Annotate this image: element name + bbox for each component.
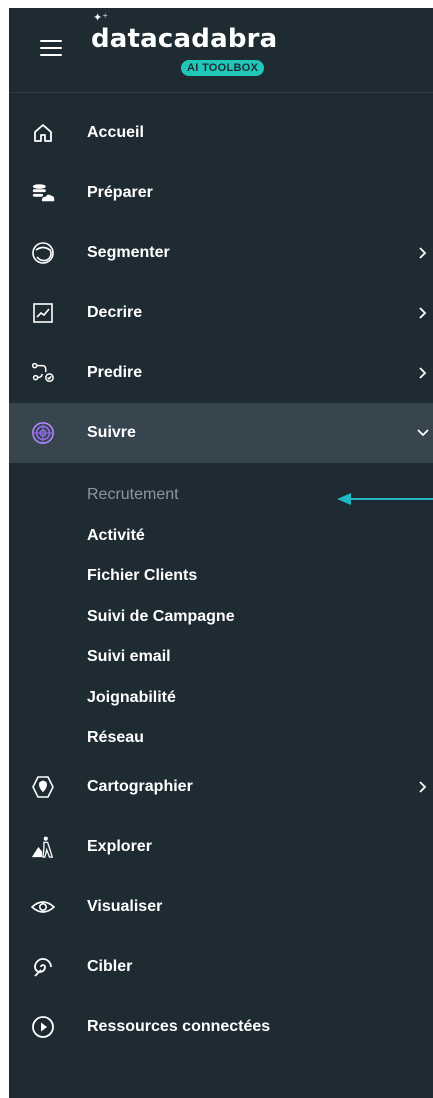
- submenu-item-suivi-de-campagne[interactable]: Suivi de Campagne: [9, 597, 433, 638]
- nav-item-accueil[interactable]: Accueil: [9, 103, 433, 163]
- suivre-submenu: Recrutement Activité Fichier Clients Sui…: [9, 463, 433, 769]
- nav-item-cibler[interactable]: Cibler: [9, 937, 433, 997]
- sparkle-icon: ✦⁺: [93, 12, 109, 24]
- chart-frame-icon: [31, 301, 55, 325]
- database-cloud-icon: [31, 181, 55, 205]
- nav-label: Segmenter: [87, 244, 170, 261]
- chevron-right-icon[interactable]: [417, 780, 429, 794]
- chevron-right-icon[interactable]: [417, 246, 429, 260]
- brand-badge: AI TOOLBOX: [181, 60, 265, 76]
- target-icon: [31, 421, 55, 445]
- play-circle-icon: [31, 1015, 55, 1039]
- map-hexagon-icon: [31, 775, 55, 799]
- nav-item-visualiser[interactable]: Visualiser: [9, 877, 433, 937]
- submenu-item-activite[interactable]: Activité: [9, 516, 433, 557]
- nav-label: Decrire: [87, 304, 143, 321]
- nav-label: Accueil: [87, 124, 144, 141]
- nav-label: Predire: [87, 364, 143, 381]
- annotation-arrow-icon: [337, 493, 433, 505]
- nav-item-explorer[interactable]: Explorer: [9, 817, 433, 877]
- segment-circle-icon: [31, 241, 55, 265]
- chevron-right-icon[interactable]: [417, 366, 429, 380]
- nav-item-predire[interactable]: Predire: [9, 343, 433, 403]
- submenu-item-suivi-email[interactable]: Suivi email: [9, 637, 433, 678]
- explorer-mountain-icon: [31, 835, 55, 859]
- nav-label: Visualiser: [87, 897, 163, 915]
- sidebar-header: ✦⁺ datacadabra AI TOOLBOX: [9, 8, 433, 93]
- predict-path-icon: [31, 361, 55, 385]
- nav-label: Ressources connectées: [87, 1017, 271, 1035]
- nav-item-decrire[interactable]: Decrire: [9, 283, 433, 343]
- nav-label: Suivre: [87, 424, 136, 441]
- sidebar: ✦⁺ datacadabra AI TOOLBOX Accueil Prépar…: [9, 8, 433, 1098]
- nav-item-preparer[interactable]: Préparer: [9, 163, 433, 223]
- eye-icon: [31, 895, 55, 919]
- brand-name: datacadabra: [91, 24, 278, 54]
- chevron-right-icon[interactable]: [417, 306, 429, 320]
- nav-label: Cartographier: [87, 777, 193, 795]
- nav-label: Préparer: [87, 184, 153, 201]
- nav-item-suivre[interactable]: Suivre: [9, 403, 433, 463]
- nav-item-cartographier[interactable]: Cartographier: [9, 757, 433, 817]
- nav-label: Explorer: [87, 837, 152, 855]
- nav-item-ressources-connectees[interactable]: Ressources connectées: [9, 997, 433, 1057]
- nav-label: Cibler: [87, 957, 133, 975]
- nav-item-segmenter[interactable]: Segmenter: [9, 223, 433, 283]
- hamburger-menu-icon[interactable]: [40, 40, 62, 56]
- submenu-item-joignabilite[interactable]: Joignabilité: [9, 678, 433, 719]
- chevron-down-icon[interactable]: [417, 426, 429, 440]
- brand-logo[interactable]: ✦⁺ datacadabra AI TOOLBOX: [91, 12, 278, 76]
- spiral-target-icon: [31, 955, 55, 979]
- submenu-item-reseau[interactable]: Réseau: [9, 718, 433, 759]
- home-icon: [31, 121, 55, 145]
- submenu-item-fichier-clients[interactable]: Fichier Clients: [9, 556, 433, 597]
